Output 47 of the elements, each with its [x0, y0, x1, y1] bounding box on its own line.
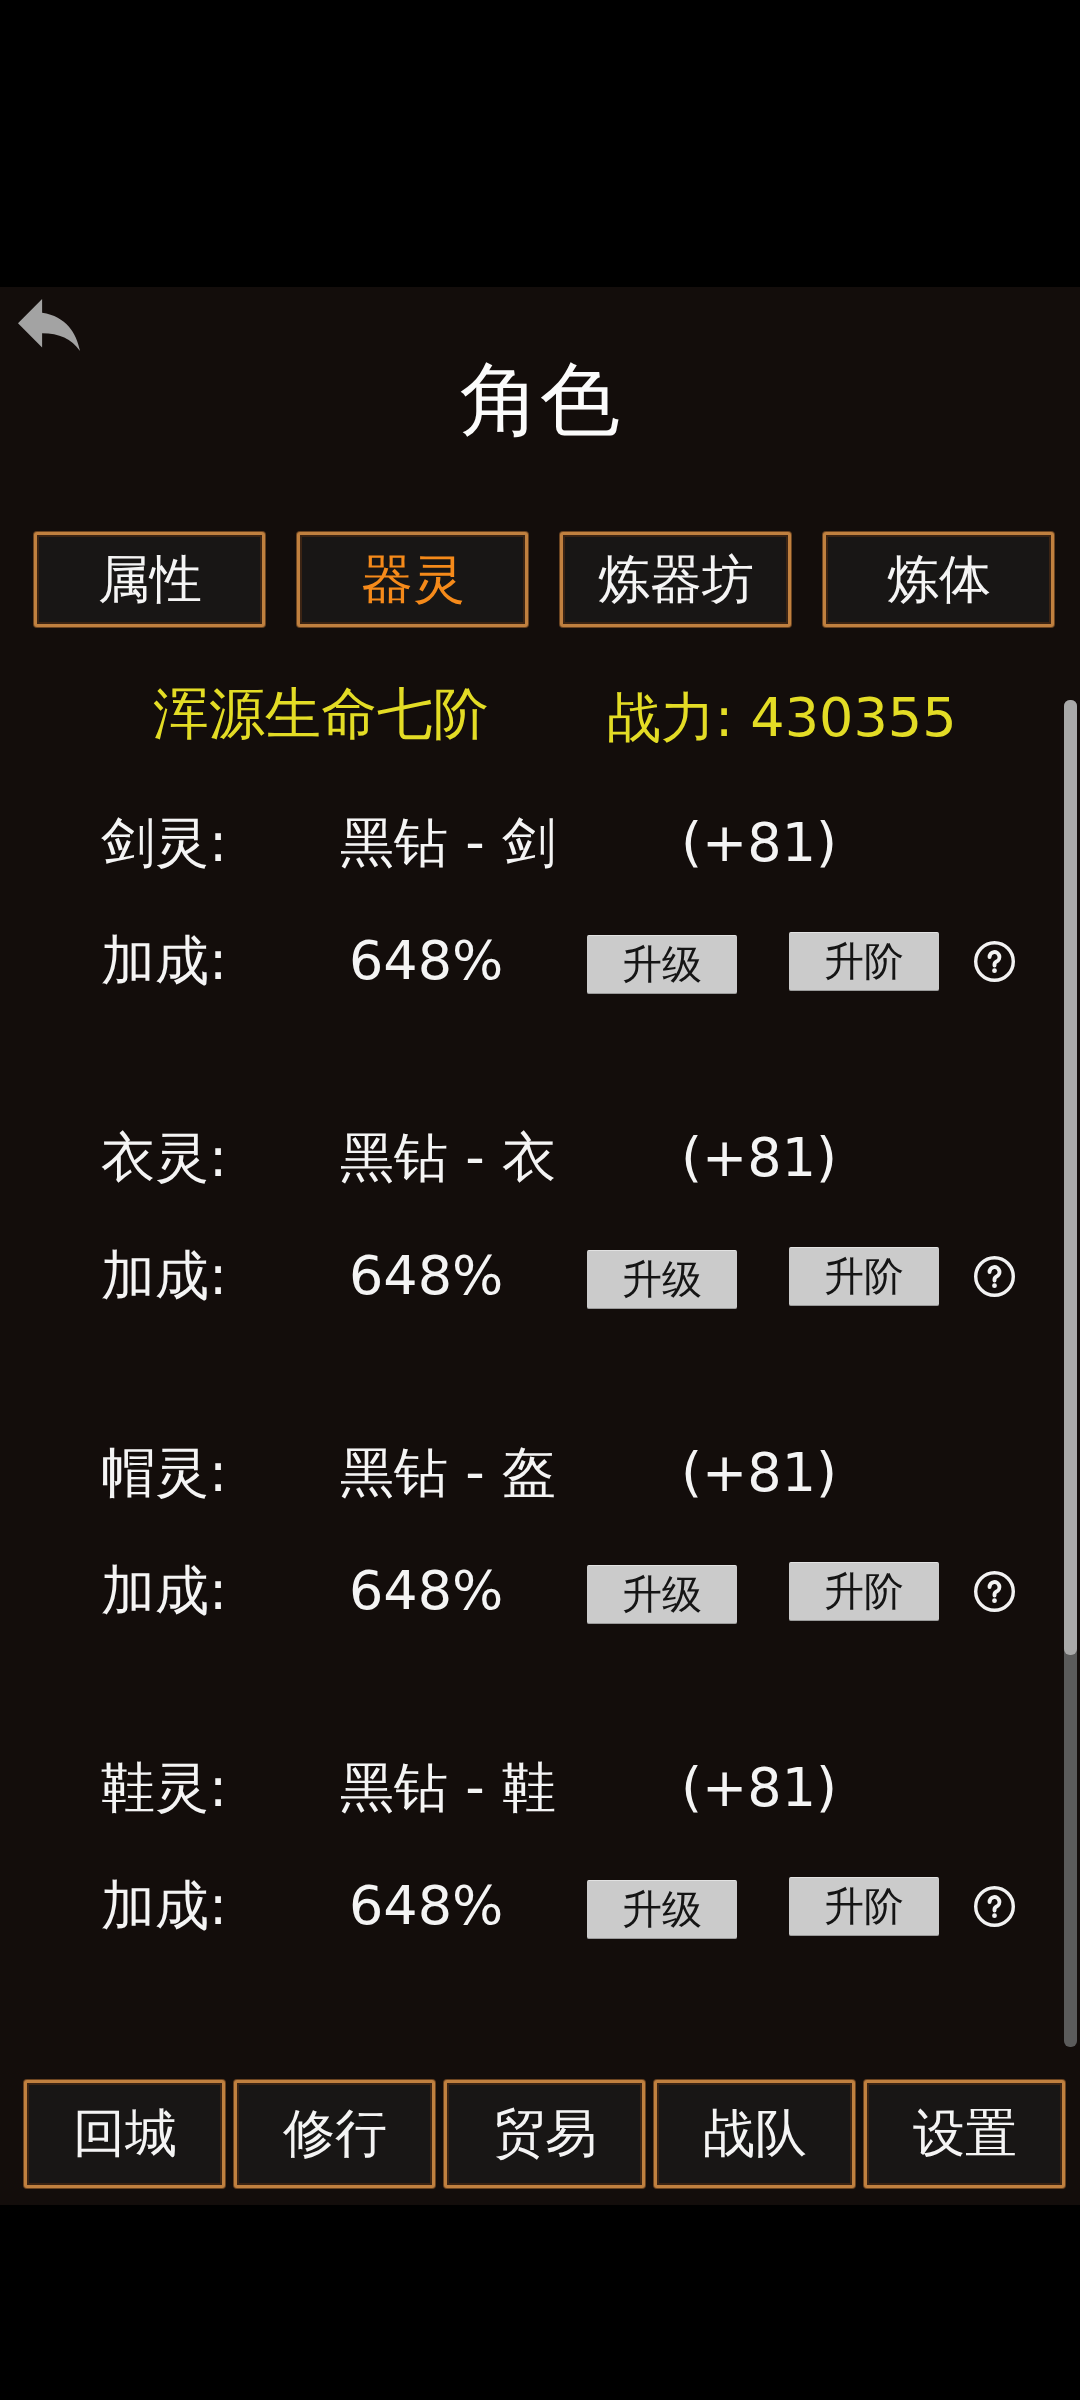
- spirit-label: 剑灵:: [101, 811, 228, 875]
- upgrade-button[interactable]: 升级: [587, 934, 737, 994]
- advance-button[interactable]: 升阶: [789, 1246, 939, 1306]
- scrollbar-thumb[interactable]: [1064, 700, 1077, 1655]
- bonus-value: 648%: [349, 1244, 504, 1308]
- bonus-label: 加成:: [101, 1874, 228, 1938]
- equipment-name: 黑钻 - 衣: [340, 1126, 556, 1190]
- spirit-label: 鞋灵:: [101, 1756, 228, 1820]
- bonus-value: 648%: [349, 929, 504, 993]
- advance-button[interactable]: 升阶: [789, 1561, 939, 1621]
- equipment-name: 黑钻 - 剑: [340, 811, 556, 875]
- advance-button[interactable]: 升阶: [789, 1876, 939, 1936]
- nav-button[interactable]: 战队: [654, 2080, 855, 2188]
- spirit-label: 帽灵:: [101, 1441, 228, 1505]
- upgrade-button[interactable]: 升级: [587, 1564, 737, 1624]
- page-title: 角色: [460, 357, 620, 443]
- nav-button[interactable]: 回城: [24, 2080, 225, 2188]
- upgrade-button[interactable]: 升级: [587, 1249, 737, 1309]
- bonus-value: 648%: [349, 1559, 504, 1623]
- back-arrow-icon[interactable]: [18, 299, 80, 351]
- equipment-name: 黑钻 - 盔: [340, 1441, 556, 1505]
- help-icon[interactable]: [974, 1570, 1015, 1612]
- enhance-level: (+81): [681, 1756, 838, 1820]
- tab[interactable]: 属性: [34, 532, 265, 627]
- advance-button[interactable]: 升阶: [789, 931, 939, 991]
- help-icon[interactable]: [974, 1255, 1015, 1297]
- nav-button[interactable]: 修行: [234, 2080, 435, 2188]
- help-icon[interactable]: [974, 940, 1015, 982]
- equipment-name: 黑钻 - 鞋: [340, 1756, 556, 1820]
- power-text: 战力: 430355: [607, 686, 957, 750]
- tab[interactable]: 器灵: [297, 532, 528, 627]
- upgrade-button[interactable]: 升级: [587, 1879, 737, 1939]
- enhance-level: (+81): [681, 1441, 838, 1505]
- tab[interactable]: 炼体: [823, 532, 1054, 627]
- bonus-label: 加成:: [101, 1559, 228, 1623]
- bonus-value: 648%: [349, 1874, 504, 1938]
- tab[interactable]: 炼器坊: [560, 532, 791, 627]
- nav-button[interactable]: 设置: [864, 2080, 1065, 2188]
- enhance-level: (+81): [681, 1126, 838, 1190]
- enhance-level: (+81): [681, 811, 838, 875]
- nav-button[interactable]: 贸易: [444, 2080, 645, 2188]
- scrollbar-track[interactable]: [1064, 700, 1077, 2047]
- realm-text: 浑源生命七阶: [153, 682, 489, 746]
- bonus-label: 加成:: [101, 1244, 228, 1308]
- help-icon[interactable]: [974, 1885, 1015, 1927]
- spirit-label: 衣灵:: [101, 1126, 228, 1190]
- bonus-label: 加成:: [101, 929, 228, 993]
